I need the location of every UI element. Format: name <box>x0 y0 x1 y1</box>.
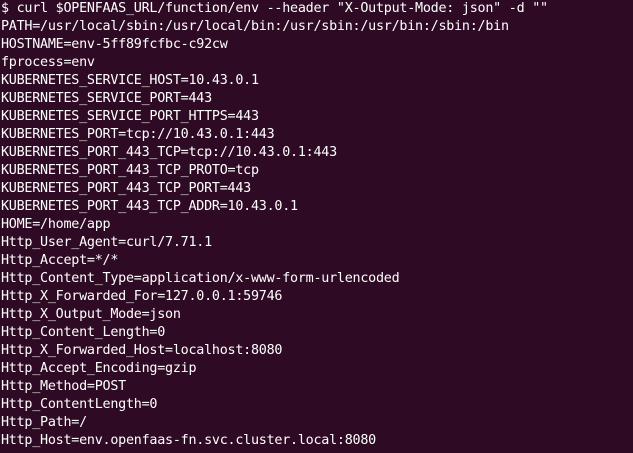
output-line-http-user-agent: Http_User_Agent=curl/7.71.1 <box>1 235 212 250</box>
output-line-kubernetes-port-443-tcp-port: KUBERNETES_PORT_443_TCP_PORT=443 <box>1 181 251 196</box>
output-line-http-accept: Http_Accept=*/* <box>1 253 119 268</box>
output-line-fprocess: fprocess=env <box>1 55 95 70</box>
output-line-kubernetes-service-port: KUBERNETES_SERVICE_PORT=443 <box>1 91 212 106</box>
terminal-output: $ curl $OPENFAAS_URL/function/env --head… <box>1 0 633 450</box>
output-line-http-host: Http_Host=env.openfaas-fn.svc.cluster.lo… <box>1 433 376 448</box>
output-line-http-method: Http_Method=POST <box>1 379 126 394</box>
command-line: $ curl $OPENFAAS_URL/function/env --head… <box>1 1 548 16</box>
output-line-http-accept-encoding: Http_Accept_Encoding=gzip <box>1 361 197 376</box>
output-line-path: PATH=/usr/local/sbin:/usr/local/bin:/usr… <box>1 19 509 34</box>
terminal-window[interactable]: $ curl $OPENFAAS_URL/function/env --head… <box>0 0 633 453</box>
output-line-http-x-output-mode: Http_X_Output_Mode=json <box>1 307 181 322</box>
output-line-kubernetes-service-port-https: KUBERNETES_SERVICE_PORT_HTTPS=443 <box>1 109 259 124</box>
output-line-kubernetes-port-443-tcp: KUBERNETES_PORT_443_TCP=tcp://10.43.0.1:… <box>1 145 337 160</box>
output-line-kubernetes-service-host: KUBERNETES_SERVICE_HOST=10.43.0.1 <box>1 73 259 88</box>
output-line-http-content-length: Http_Content_Length=0 <box>1 325 166 340</box>
output-line-http-path: Http_Path=/ <box>1 415 87 430</box>
output-line-http-x-forwarded-for: Http_X_Forwarded_For=127.0.0.1:59746 <box>1 289 283 304</box>
output-line-http-content-type: Http_Content_Type=application/x-www-form… <box>1 271 400 286</box>
output-line-http-contentlength: Http_ContentLength=0 <box>1 397 158 412</box>
output-line-kubernetes-port-443-tcp-proto: KUBERNETES_PORT_443_TCP_PROTO=tcp <box>1 163 259 178</box>
output-line-kubernetes-port: KUBERNETES_PORT=tcp://10.43.0.1:443 <box>1 127 275 142</box>
output-line-kubernetes-port-443-tcp-addr: KUBERNETES_PORT_443_TCP_ADDR=10.43.0.1 <box>1 199 298 214</box>
output-line-http-x-forwarded-host: Http_X_Forwarded_Host=localhost:8080 <box>1 343 283 358</box>
output-line-hostname: HOSTNAME=env-5ff89fcfbc-c92cw <box>1 37 228 52</box>
output-line-home: HOME=/home/app <box>1 217 111 232</box>
